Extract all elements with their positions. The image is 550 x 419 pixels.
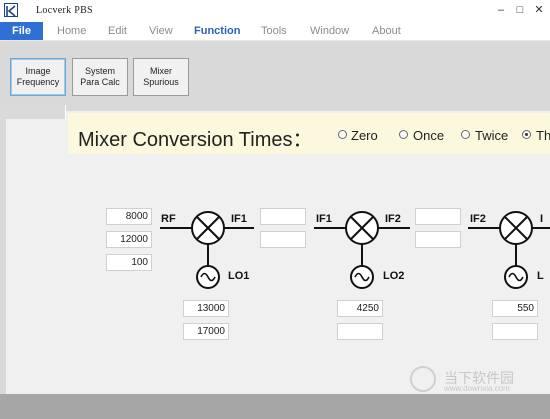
mixer-2-diagram: [314, 211, 410, 289]
title-bar: Locverk PBS – □ ✕: [0, 0, 550, 22]
button-label: Mixer: [150, 66, 172, 76]
if2-output-1[interactable]: [415, 208, 461, 225]
lo3-input-2[interactable]: [492, 323, 538, 340]
radio-zero-label: Zero: [351, 128, 378, 143]
lo3-input-1[interactable]: [492, 300, 538, 317]
menu-home[interactable]: Home: [57, 22, 86, 40]
status-bar: [0, 394, 550, 419]
rf-input-1[interactable]: [106, 208, 152, 225]
menu-tools[interactable]: Tools: [261, 22, 287, 40]
system-para-calc-button[interactable]: System Para Calc: [72, 58, 128, 96]
rf-input-2[interactable]: [106, 231, 152, 248]
image-frequency-button[interactable]: Image Frequency: [10, 58, 66, 96]
menu-view[interactable]: View: [149, 22, 173, 40]
toolbar: Image Frequency System Para Calc Mixer Spur…: [0, 41, 550, 105]
menu-window[interactable]: Window: [310, 22, 349, 40]
lo2-input-2[interactable]: [337, 323, 383, 340]
if2-output-2[interactable]: [415, 231, 461, 248]
radio-three[interactable]: [522, 130, 531, 139]
app-logo-icon: [4, 3, 18, 17]
mixer-3-diagram: [468, 211, 550, 289]
button-label: System: [84, 66, 115, 76]
mixer-conversion-title: Mixer Conversion Times：: [78, 129, 313, 151]
menu-edit[interactable]: Edit: [108, 22, 127, 40]
button-label: Image: [25, 66, 51, 76]
mixer-1-diagram: [160, 211, 254, 289]
menu-bar: File Home Edit View Function Tools Windo…: [0, 22, 550, 41]
if1-output-1[interactable]: [260, 208, 306, 225]
button-label: Frequency: [16, 77, 60, 87]
rf-input-3[interactable]: [106, 254, 152, 271]
left-panel: [0, 105, 66, 394]
radio-twice-label: Twice: [475, 128, 509, 143]
close-button[interactable]: ✕: [532, 4, 546, 17]
minimize-button[interactable]: –: [494, 4, 508, 17]
menu-about[interactable]: About: [372, 22, 401, 40]
lo2-input-1[interactable]: [337, 300, 383, 317]
menu-function[interactable]: Function: [194, 22, 240, 40]
left-panel-content: [6, 119, 66, 394]
mixer-spurious-button[interactable]: Mixer Spurious: [133, 58, 189, 96]
radio-three-label: Th: [536, 128, 550, 143]
if1-output-2[interactable]: [260, 231, 306, 248]
main-panel-header-strip: [66, 105, 550, 111]
lo1-input-2[interactable]: [183, 323, 229, 340]
menu-file[interactable]: File: [0, 22, 43, 40]
button-label: Para Calc: [80, 77, 120, 87]
button-label: Spurious: [143, 77, 179, 87]
radio-once[interactable]: [399, 130, 408, 139]
window-title: Locverk PBS: [36, 5, 93, 16]
mixer-conversion-banner: Mixer Conversion Times： Zero Once Twice …: [68, 113, 550, 154]
maximize-button[interactable]: □: [513, 4, 527, 17]
radio-zero[interactable]: [338, 130, 347, 139]
lo1-input-1[interactable]: [183, 300, 229, 317]
radio-once-label: Once: [413, 128, 445, 143]
radio-twice[interactable]: [461, 130, 470, 139]
watermark: 当下软件园 www.downxia.com: [410, 366, 550, 394]
watermark-url: www.downxia.com: [444, 384, 510, 393]
watermark-logo-icon: [410, 366, 436, 392]
